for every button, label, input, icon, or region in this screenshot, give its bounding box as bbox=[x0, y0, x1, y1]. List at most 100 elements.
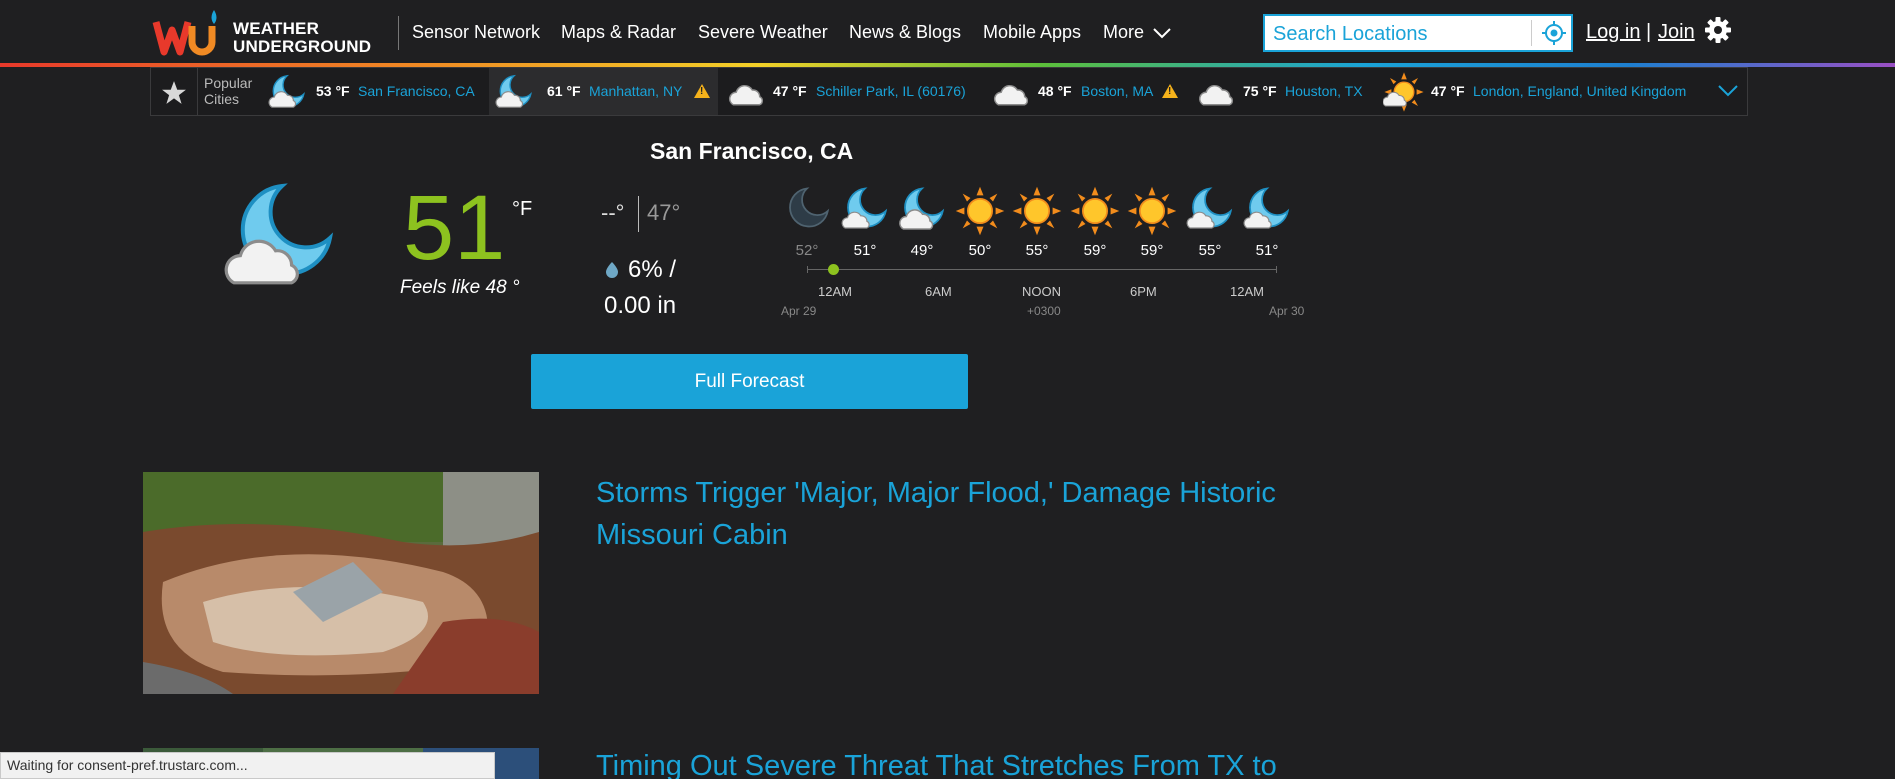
timezone-offset: +0300 bbox=[1027, 304, 1061, 318]
moon-cloud-icon bbox=[224, 184, 332, 285]
browser-status-bar: Waiting for consent-pref.trustarc.com... bbox=[0, 752, 495, 779]
city-name[interactable]: Boston, MA bbox=[1081, 83, 1153, 99]
moon-cloud-icon bbox=[495, 75, 532, 108]
nav-more[interactable]: More bbox=[1103, 22, 1144, 43]
hour-1-moon-cloud-icon bbox=[841, 187, 887, 229]
feels-like: Feels like 48 ° bbox=[400, 277, 520, 298]
date-start: Apr 29 bbox=[781, 304, 817, 318]
hour-temp: 51° bbox=[1255, 242, 1279, 259]
tick-label: NOON bbox=[1022, 284, 1061, 299]
current-time-marker bbox=[828, 264, 839, 275]
high-temp: --° bbox=[601, 200, 625, 225]
login-link[interactable]: Log in bbox=[1586, 21, 1641, 44]
hour-6-sun-icon bbox=[1126, 185, 1178, 237]
timeline-tick bbox=[807, 266, 808, 273]
city-temp: 75 °F bbox=[1243, 83, 1277, 99]
news-headline[interactable]: Storms Trigger 'Major, Major Flood,' Dam… bbox=[596, 472, 1276, 556]
hour-temp: 55° bbox=[1025, 242, 1049, 259]
login-separator: | bbox=[1646, 21, 1652, 43]
hour-8-moon-cloud-icon bbox=[1243, 187, 1289, 229]
tick-label: 12AM bbox=[818, 284, 852, 299]
wu-logo[interactable]: WEATHER UNDERGROUND bbox=[152, 8, 382, 58]
city-name[interactable]: San Francisco, CA bbox=[358, 83, 475, 99]
search-input[interactable] bbox=[1273, 22, 1533, 46]
nav-mobile-apps[interactable]: Mobile Apps bbox=[983, 22, 1081, 43]
tick-label: 6AM bbox=[925, 284, 952, 299]
alert-icon[interactable] bbox=[1162, 84, 1178, 98]
popular-city-boston[interactable]: 48 °F Boston, MA bbox=[986, 68, 1191, 115]
join-link[interactable]: Join bbox=[1658, 21, 1695, 44]
gear-icon[interactable] bbox=[1704, 16, 1732, 44]
hour-temp: 59° bbox=[1083, 242, 1107, 259]
popular-label-line1: Popular bbox=[204, 75, 253, 91]
news-item-1: Storms Trigger 'Major, Major Flood,' Dam… bbox=[143, 472, 1343, 697]
hour-temp: 55° bbox=[1198, 242, 1222, 259]
cloud-icon bbox=[1198, 84, 1234, 106]
news-headline-line1[interactable]: Storms Trigger 'Major, Major Flood,' Dam… bbox=[596, 472, 1276, 514]
hour-7-moon-cloud-icon bbox=[1186, 187, 1232, 229]
chevron-down-icon[interactable] bbox=[1152, 26, 1172, 40]
popular-label: Popular Cities bbox=[204, 75, 252, 107]
nav-maps-radar[interactable]: Maps & Radar bbox=[561, 22, 676, 43]
popular-cities-bar: Popular Cities 53 °F San Francisco, CA 6… bbox=[150, 67, 1748, 116]
raindrop-icon bbox=[606, 262, 618, 278]
nav-severe-weather[interactable]: Severe Weather bbox=[698, 22, 828, 43]
cloud-icon bbox=[993, 84, 1029, 106]
city-temp: 53 °F bbox=[316, 83, 350, 99]
hour-temp: 59° bbox=[1140, 242, 1164, 259]
city-name[interactable]: Manhattan, NY bbox=[589, 83, 682, 99]
timeline-tick bbox=[1276, 266, 1277, 273]
hour-temp: 52° bbox=[795, 242, 819, 259]
nav-divider bbox=[398, 16, 399, 50]
city-name[interactable]: Houston, TX bbox=[1285, 83, 1363, 99]
nav-sensor-network[interactable]: Sensor Network bbox=[412, 22, 540, 43]
top-header: WEATHER UNDERGROUND Sensor Network Maps … bbox=[0, 0, 1895, 64]
nav-news-blogs[interactable]: News & Blogs bbox=[849, 22, 961, 43]
temp-unit: °F bbox=[512, 198, 533, 220]
logo-line2: UNDERGROUND bbox=[233, 37, 372, 56]
hour-5-sun-icon bbox=[1069, 185, 1121, 237]
hour-2-moon-cloud-icon bbox=[899, 187, 944, 230]
news-headline-line2[interactable]: Missouri Cabin bbox=[596, 514, 1276, 556]
tick-label: 6PM bbox=[1130, 284, 1157, 299]
precip-percent: 6% / bbox=[628, 256, 677, 283]
popular-divider bbox=[197, 68, 198, 115]
city-temp: 47 °F bbox=[773, 83, 807, 99]
popular-city-london[interactable]: 47 °F London, England, United Kingdom bbox=[1381, 68, 1716, 115]
sun-cloud-icon bbox=[1383, 71, 1425, 113]
date-end: Apr 30 bbox=[1269, 304, 1305, 318]
search-divider bbox=[1531, 20, 1532, 46]
city-name[interactable]: London, England, United Kingdom bbox=[1473, 83, 1686, 99]
timeline-axis bbox=[807, 269, 1277, 270]
hour-0-moon-icon bbox=[789, 187, 830, 228]
popular-city-manhattan[interactable]: 61 °F Manhattan, NY bbox=[489, 68, 718, 115]
news-thumbnail-flood[interactable] bbox=[143, 472, 539, 694]
popular-city-houston[interactable]: 75 °F Houston, TX bbox=[1191, 68, 1371, 115]
wu-logo-icon bbox=[152, 10, 217, 56]
full-forecast-button[interactable]: Full Forecast bbox=[531, 354, 968, 409]
city-temp: 47 °F bbox=[1431, 83, 1465, 99]
tick-label: 12AM bbox=[1230, 284, 1264, 299]
chevron-down-icon[interactable] bbox=[1717, 83, 1739, 99]
location-title: San Francisco, CA bbox=[650, 138, 854, 164]
locate-icon[interactable] bbox=[1542, 21, 1566, 45]
news-headline[interactable]: Timing Out Severe Threat That Stretches … bbox=[596, 748, 1277, 779]
star-icon[interactable] bbox=[161, 80, 187, 106]
hour-temp: 49° bbox=[910, 242, 934, 259]
city-temp: 48 °F bbox=[1038, 83, 1072, 99]
popular-label-line2: Cities bbox=[204, 91, 240, 107]
city-name[interactable]: Schiller Park, IL (60176) bbox=[816, 83, 966, 99]
hour-3-sun-icon bbox=[954, 185, 1006, 237]
current-temp: 51 bbox=[403, 177, 506, 279]
hourly-strip: 52° 51° 49° 50° 55° 59° 59° 55° 51° 12AM… bbox=[775, 180, 1320, 330]
cloud-icon bbox=[728, 84, 764, 106]
hour-temp: 50° bbox=[968, 242, 992, 259]
search-box[interactable] bbox=[1263, 14, 1573, 52]
city-temp: 61 °F bbox=[547, 83, 581, 99]
popular-city-schiller-park[interactable]: 47 °F Schiller Park, IL (60176) bbox=[721, 68, 976, 115]
precip-amount: 0.00 in bbox=[604, 292, 677, 319]
logo-line1: WEATHER bbox=[233, 19, 320, 38]
moon-cloud-icon bbox=[268, 75, 305, 108]
hour-4-sun-icon bbox=[1011, 185, 1063, 237]
alert-icon[interactable] bbox=[694, 84, 710, 98]
